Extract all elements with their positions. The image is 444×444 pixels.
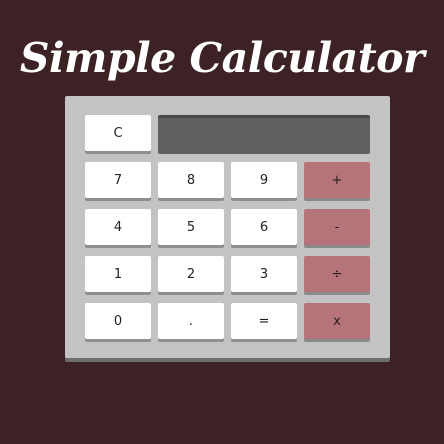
equals-button[interactable]: = [231,303,297,339]
key-8-button[interactable]: 8 [158,162,224,198]
key-6-button[interactable]: 6 [231,209,297,245]
decimal-button[interactable]: . [158,303,224,339]
minus-button[interactable]: - [304,209,370,245]
key-1-button[interactable]: 1 [85,256,151,292]
key-0-button[interactable]: 0 [85,303,151,339]
key-9-button[interactable]: 9 [231,162,297,198]
multiply-button[interactable]: x [304,303,370,339]
calculator-display [158,115,370,154]
key-5-button[interactable]: 5 [158,209,224,245]
key-2-button[interactable]: 2 [158,256,224,292]
clear-button[interactable]: C [85,115,151,151]
page-title: Simple Calculator [19,34,425,82]
plus-button[interactable]: + [304,162,370,198]
key-3-button[interactable]: 3 [231,256,297,292]
key-4-button[interactable]: 4 [85,209,151,245]
divide-button[interactable]: ÷ [304,256,370,292]
key-7-button[interactable]: 7 [85,162,151,198]
calculator-body: C 7 8 9 + 4 5 6 - 1 2 3 ÷ 0 . = x [65,96,390,358]
